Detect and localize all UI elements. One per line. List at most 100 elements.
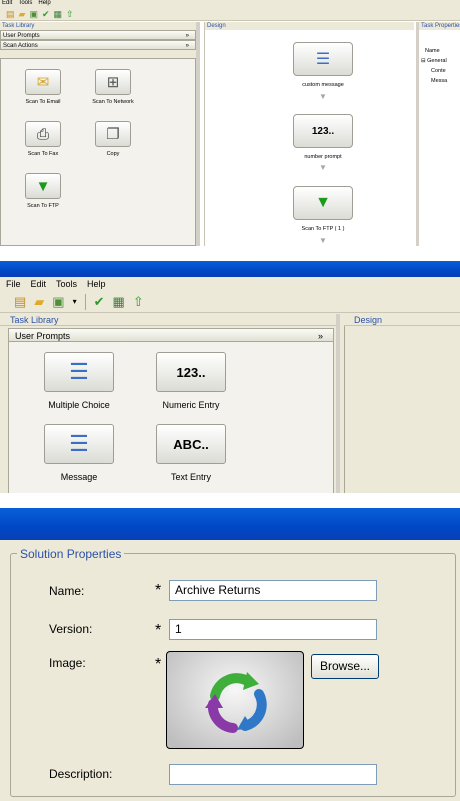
flow-step-custom-message[interactable]: ☰ custom message <box>293 42 353 88</box>
collapse-icon[interactable]: » <box>186 41 189 49</box>
solution-properties-group: Solution Properties Name: * Archive Retu… <box>10 547 456 797</box>
network-icon: ⊞ <box>95 69 131 95</box>
task-library-title: Task Library <box>2 23 35 29</box>
menu-tools[interactable]: Tools <box>18 0 32 7</box>
expand-icon[interactable]: » <box>186 31 189 39</box>
up-arrow-icon[interactable]: ⇧ <box>66 9 74 19</box>
tile-label: Message <box>60 472 98 482</box>
text-entry-icon: ABC.. <box>156 424 226 464</box>
design-pane: Design ☰ custom message ▼ 123.. number p… <box>204 22 414 246</box>
browse-button[interactable]: Browse... <box>311 654 379 679</box>
flow-step-label: Scan To FTP ( 1 ) <box>301 226 345 232</box>
open-icon[interactable]: ▰ <box>19 9 26 19</box>
tile-numeric-entry[interactable]: 123.. Numeric Entry <box>145 352 237 410</box>
tile-message[interactable]: ☰ Message <box>33 424 125 482</box>
message-icon: ☰ <box>293 42 353 76</box>
version-label: Version: <box>49 622 93 636</box>
props-row-message[interactable]: Messa <box>419 76 460 86</box>
toolbar: ▤ ▰ ▣ ✔ ▦ ⇧ <box>0 7 460 21</box>
dropdown-icon[interactable]: ▾ <box>73 297 77 306</box>
check-icon[interactable]: ✔ <box>94 294 105 310</box>
image-label: Image: <box>49 656 86 670</box>
name-field[interactable]: Archive Returns <box>169 580 377 601</box>
open-icon[interactable]: ▰ <box>34 294 44 310</box>
task-editor-small-screenshot: Edit Tools Help ▤ ▰ ▣ ✔ ▦ ⇧ Task Library… <box>0 0 460 246</box>
design-pane: Design <box>344 314 460 493</box>
menu-edit[interactable]: Edit <box>31 277 47 291</box>
flow-step-label: number prompt <box>304 154 342 160</box>
scan-actions-list: ✉ Scan To Email ⊞ Scan To Network ⎙ Scan… <box>0 58 196 246</box>
required-icon: * <box>155 656 162 673</box>
task-library-pane: Task Library User Prompts » ☰ Multiple C… <box>0 314 340 493</box>
tile-multiple-choice[interactable]: ☰ Multiple Choice <box>33 352 125 410</box>
user-prompts-list: ☰ Multiple Choice 123.. Numeric Entry ☰ … <box>8 342 334 493</box>
tile-scan-to-ftp[interactable]: ▼ Scan To FTP <box>13 173 73 209</box>
menu-help[interactable]: Help <box>87 277 106 291</box>
task-library-screenshot: File Edit Tools Help ▤ ▰ ▣ ▾ ✔ ▦ ⇧ Task … <box>0 261 460 493</box>
group-scan-actions[interactable]: Scan Actions » <box>0 40 196 50</box>
multiple-choice-icon: ☰ <box>44 352 114 392</box>
ftp-icon: ▼ <box>293 186 353 220</box>
description-field[interactable] <box>169 764 377 785</box>
tile-label: Scan To Fax <box>27 151 59 157</box>
menu-help[interactable]: Help <box>38 0 50 7</box>
check-icon[interactable]: ✔ <box>42 9 50 19</box>
menu-file[interactable]: File <box>6 277 21 291</box>
ftp-icon: ▼ <box>25 173 61 199</box>
design-canvas[interactable] <box>344 326 460 493</box>
tile-label: Multiple Choice <box>48 400 110 410</box>
image-icon[interactable]: ▦ <box>113 294 125 310</box>
menu-edit[interactable]: Edit <box>2 0 12 7</box>
flow-step-scan-to-ftp[interactable]: ▼ Scan To FTP ( 1 ) <box>293 186 353 232</box>
group-user-prompts-label: User Prompts <box>15 331 71 341</box>
up-arrow-icon[interactable]: ⇧ <box>133 294 144 310</box>
props-group-general[interactable]: ⊟ General <box>419 56 460 66</box>
tile-text-entry[interactable]: ABC.. Text Entry <box>145 424 237 482</box>
fax-icon: ⎙ <box>25 121 61 147</box>
tile-scan-to-network[interactable]: ⊞ Scan To Network <box>83 69 143 105</box>
group-user-prompts[interactable]: User Prompts » <box>0 30 196 40</box>
window-title-bar <box>0 508 460 540</box>
group-user-prompts[interactable]: User Prompts » <box>8 328 334 342</box>
tile-label: Scan To FTP <box>27 203 59 209</box>
menu-tools[interactable]: Tools <box>56 277 77 291</box>
tile-label: Scan To Email <box>25 99 61 105</box>
envelope-icon: ✉ <box>25 69 61 95</box>
flow-arrow-icon: ▼ <box>319 236 327 245</box>
flow-arrow-icon: ▼ <box>319 92 327 101</box>
toolbar: ▤ ▰ ▣ ▾ ✔ ▦ ⇧ <box>0 291 460 313</box>
numeric-entry-icon: 123.. <box>156 352 226 392</box>
name-label: Name: <box>49 584 85 598</box>
recycle-arrows-icon <box>205 672 267 733</box>
group-scan-actions-label: Scan Actions <box>3 43 38 49</box>
tile-label: Numeric Entry <box>162 400 220 410</box>
tile-copy[interactable]: ❐ Copy <box>83 121 143 157</box>
flow-step-number-prompt[interactable]: 123.. number prompt <box>293 114 353 160</box>
props-row-content[interactable]: Conte <box>419 66 460 76</box>
tile-scan-to-email[interactable]: ✉ Scan To Email <box>13 69 73 105</box>
design-title: Design <box>344 314 460 326</box>
new-icon[interactable]: ▤ <box>6 9 15 19</box>
task-library-title: Task Library <box>0 314 336 326</box>
new-icon[interactable]: ▤ <box>14 294 26 310</box>
save-icon[interactable]: ▣ <box>52 294 64 310</box>
description-label: Description: <box>49 767 113 781</box>
section-title: Solution Properties <box>17 547 125 561</box>
version-field[interactable]: 1 <box>169 619 377 640</box>
image-icon[interactable]: ▦ <box>54 9 63 19</box>
menu-bar: Edit Tools Help <box>0 0 460 7</box>
message-icon: ☰ <box>44 424 114 464</box>
tile-scan-to-fax[interactable]: ⎙ Scan To Fax <box>13 121 73 157</box>
solution-image-preview[interactable] <box>166 651 304 749</box>
menu-bar: File Edit Tools Help <box>0 277 460 291</box>
design-title: Design <box>205 22 414 30</box>
flow-step-label: custom message <box>302 82 344 88</box>
collapse-icon[interactable]: » <box>318 329 323 341</box>
solution-properties-screenshot: Solution Properties Name: * Archive Retu… <box>0 508 460 801</box>
save-icon[interactable]: ▣ <box>29 9 38 19</box>
props-header-name: Name <box>425 48 440 54</box>
task-library-pane: Task Library User Prompts » Scan Actions… <box>0 22 200 246</box>
group-user-prompts-label: User Prompts <box>3 33 40 39</box>
numeric-icon: 123.. <box>293 114 353 148</box>
task-properties-title: Task Properties <box>419 22 460 30</box>
